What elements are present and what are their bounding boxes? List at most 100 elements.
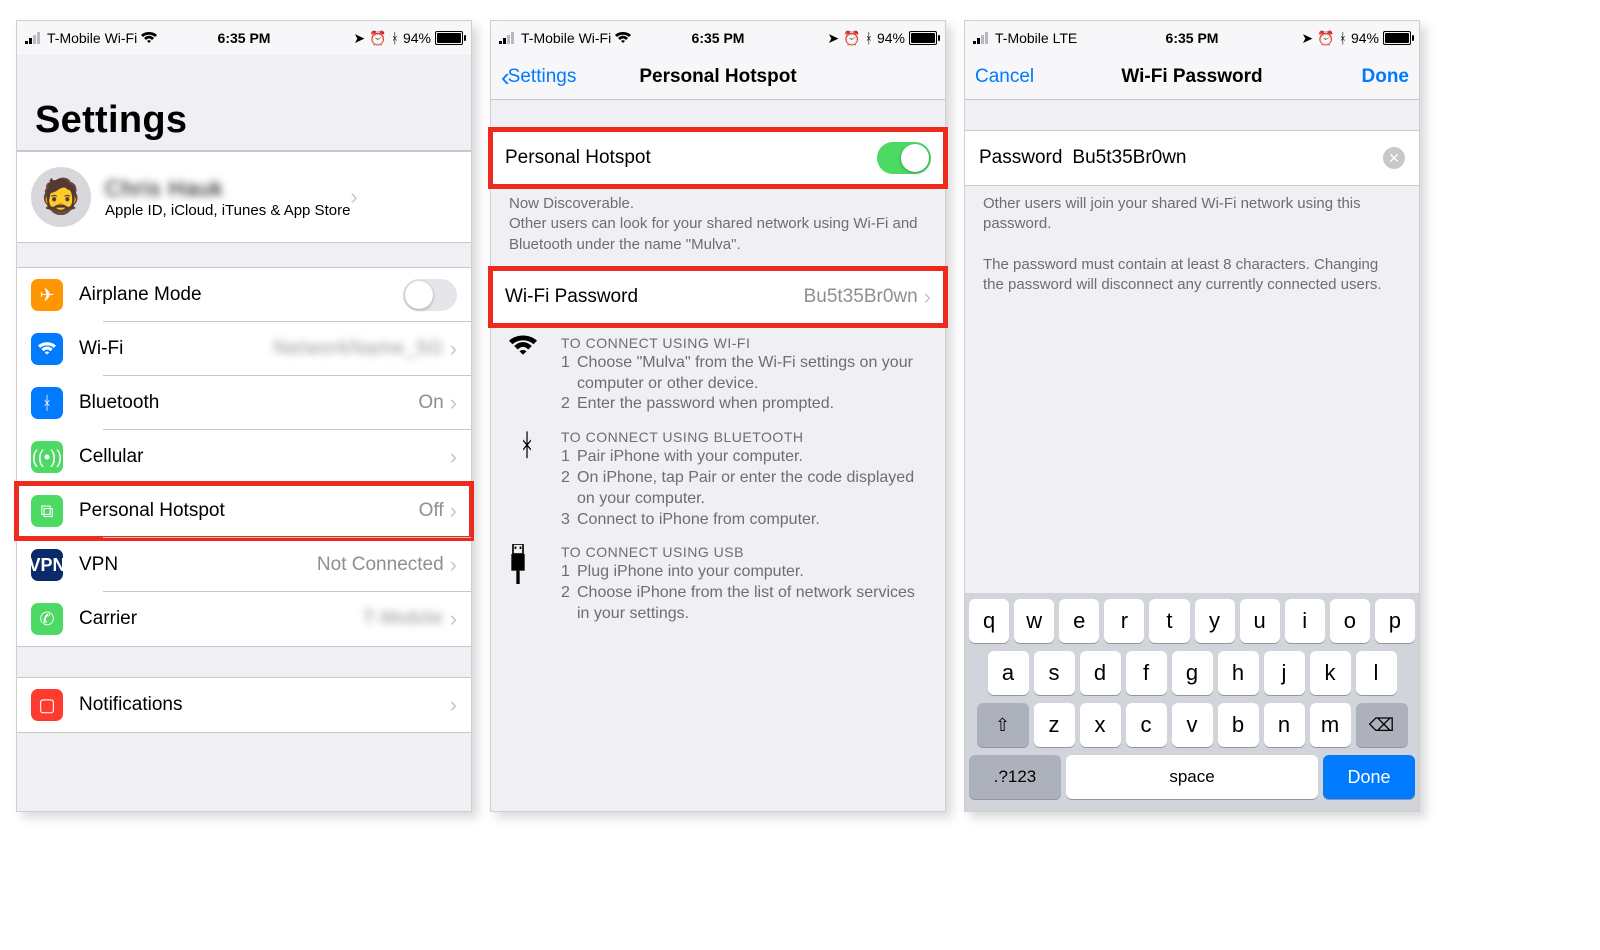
field-label: Password [979,147,1062,169]
backspace-key[interactable]: ⌫ [1356,703,1408,747]
chevron-right-icon: › [350,184,357,210]
done-button[interactable]: Done [1352,55,1420,99]
key-p[interactable]: p [1375,599,1415,643]
shift-key[interactable]: ⇧ [977,703,1029,747]
key-k[interactable]: k [1310,651,1351,695]
row-cellular[interactable]: ((•)) Cellular › [17,430,471,484]
clock: 6:35 PM [17,30,471,46]
row-carrier[interactable]: ✆ Carrier T-Mobile › [17,592,471,646]
profile-sub: Apple ID, iCloud, iTunes & App Store [105,202,350,219]
key-e[interactable]: e [1059,599,1099,643]
profile-name: Chris Hauk [105,176,350,202]
wifi-icon [31,333,63,365]
value: Off [419,500,444,522]
key-f[interactable]: f [1126,651,1167,695]
status-bar: T-Mobile Wi-Fi 6:35 PM ➤ ⏰ ᚼ 94% [491,21,945,55]
hotspot-icon: ⧉ [31,495,63,527]
key-z[interactable]: z [1034,703,1075,747]
chevron-right-icon: › [924,284,931,310]
key-u[interactable]: u [1240,599,1280,643]
instructions-usb: TO CONNECT USING USB 1Plug iPhone into y… [491,534,945,628]
status-bar: T-Mobile LTE 6:35 PM ➤ ⏰ ᚼ 94% [965,21,1419,55]
cellular-icon: ((•)) [31,441,63,473]
carrier-icon: ✆ [31,603,63,635]
avatar: 🧔 [31,167,91,227]
clock: 6:35 PM [491,30,945,46]
battery-icon [1383,31,1411,45]
space-key[interactable]: space [1066,755,1318,799]
nav-bar: ‹ Settings Personal Hotspot [491,55,945,100]
key-a[interactable]: a [988,651,1029,695]
discoverable-note: Now Discoverable. Other users can look f… [491,186,945,269]
row-wifi-password[interactable]: Wi-Fi Password Bu5t35Br0wn › [491,270,945,324]
nav-title: Personal Hotspot [639,66,796,88]
label: Wi-Fi Password [505,286,804,308]
row-bluetooth[interactable]: ᚼ Bluetooth On › [17,376,471,430]
key-r[interactable]: r [1104,599,1144,643]
back-button[interactable]: ‹ Settings [491,55,586,99]
kbd-row-3: ⇧ zxcvbnm ⌫ [969,703,1415,747]
label: Airplane Mode [79,284,403,306]
value: On [418,392,443,414]
password-note: Other users will join your shared Wi-Fi … [965,186,1419,309]
label: Notifications [79,694,450,716]
value: Bu5t35Br0wn [804,286,918,308]
usb-icon [509,544,545,624]
key-h[interactable]: h [1218,651,1259,695]
key-o[interactable]: o [1330,599,1370,643]
row-wifi[interactable]: Wi-Fi NetworkName_5G › [17,322,471,376]
key-s[interactable]: s [1034,651,1075,695]
key-c[interactable]: c [1126,703,1167,747]
label: Bluetooth [79,392,418,414]
key-q[interactable]: q [969,599,1009,643]
password-field-row[interactable]: Password Bu5t35Br0wn ✕ [965,130,1419,186]
key-v[interactable]: v [1172,703,1213,747]
chevron-right-icon: › [450,444,457,470]
key-n[interactable]: n [1264,703,1305,747]
row-notifications[interactable]: ▢ Notifications › [17,678,471,732]
key-g[interactable]: g [1172,651,1213,695]
key-l[interactable]: l [1356,651,1397,695]
clear-icon[interactable]: ✕ [1383,147,1405,169]
row-airplane-mode[interactable]: ✈︎ Airplane Mode [17,268,471,322]
apple-id-row[interactable]: 🧔 Chris Hauk Apple ID, iCloud, iTunes & … [17,152,471,242]
chevron-right-icon: › [450,390,457,416]
numbers-key[interactable]: .?123 [969,755,1061,799]
key-x[interactable]: x [1080,703,1121,747]
airplane-icon: ✈︎ [31,279,63,311]
back-label: Settings [508,66,577,88]
password-input[interactable]: Bu5t35Br0wn [1072,147,1383,169]
wifi-icon [509,335,545,415]
cancel-button[interactable]: Cancel [965,55,1044,99]
chevron-right-icon: › [450,552,457,578]
key-w[interactable]: w [1014,599,1054,643]
chevron-right-icon: › [450,498,457,524]
keyboard-done-key[interactable]: Done [1323,755,1415,799]
chevron-right-icon: › [450,692,457,718]
keyboard: qwertyuiop asdfghjkl ⇧ zxcvbnm ⌫ .?123 s… [965,593,1419,811]
row-personal-hotspot[interactable]: ⧉ Personal Hotspot Off › [17,484,471,538]
status-bar: T-Mobile Wi-Fi 6:35 PM ➤ ⏰ ᚼ 94% [17,21,471,55]
key-i[interactable]: i [1285,599,1325,643]
key-b[interactable]: b [1218,703,1259,747]
nav-title: Wi-Fi Password [1121,66,1262,88]
key-t[interactable]: t [1149,599,1189,643]
key-m[interactable]: m [1310,703,1351,747]
key-y[interactable]: y [1195,599,1235,643]
instructions-wifi: TO CONNECT USING WI-FI 1Choose "Mulva" f… [491,325,945,419]
row-vpn[interactable]: VPN VPN Not Connected › [17,538,471,592]
instructions-bluetooth: ᚼ TO CONNECT USING BLUETOOTH 1Pair iPhon… [491,419,945,534]
airplane-toggle[interactable] [403,279,457,311]
bluetooth-icon: ᚼ [509,429,545,530]
vpn-icon: VPN [31,549,63,581]
key-d[interactable]: d [1080,651,1121,695]
battery-icon [909,31,937,45]
chevron-right-icon: › [450,336,457,362]
page-title: Settings [17,55,471,151]
chevron-right-icon: › [450,606,457,632]
clock: 6:35 PM [965,30,1419,46]
row-hotspot-toggle[interactable]: Personal Hotspot [491,131,945,185]
label: Personal Hotspot [79,500,419,522]
hotspot-toggle[interactable] [877,142,931,174]
key-j[interactable]: j [1264,651,1305,695]
